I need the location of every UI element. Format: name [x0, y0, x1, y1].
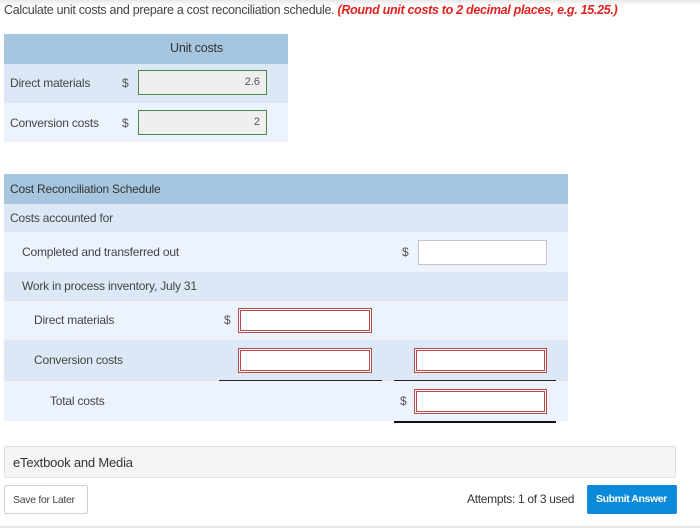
- wip-direct-materials-label: Direct materials: [34, 313, 115, 327]
- dollar-sign: $: [122, 116, 129, 130]
- completed-label: Completed and transferred out: [22, 245, 179, 259]
- save-for-later-button[interactable]: Save for Later: [4, 485, 88, 514]
- wip-total-input[interactable]: [414, 348, 547, 373]
- attempts-counter: Attempts: 1 of 3 used: [467, 492, 575, 506]
- etextbook-media-panel[interactable]: eTextbook and Media: [4, 446, 676, 478]
- dollar-sign: $: [122, 76, 129, 90]
- unit-costs-header-label: Unit costs: [170, 41, 223, 55]
- dollar-sign: $: [400, 394, 407, 408]
- unit-costs-header: [4, 34, 288, 64]
- reconciliation-title: Cost Reconciliation Schedule: [10, 182, 161, 196]
- completed-transferred-input[interactable]: [418, 240, 547, 265]
- direct-materials-unit-cost-input[interactable]: 2.6: [138, 70, 267, 95]
- total-double-underline: [394, 421, 556, 423]
- wip-conversion-costs-input[interactable]: [238, 348, 372, 373]
- unit-cost-label: Conversion costs: [10, 116, 99, 130]
- rounding-note: (Round unit costs to 2 decimal places, e…: [337, 3, 618, 17]
- wip-direct-materials-input[interactable]: [238, 308, 372, 333]
- instructions: Calculate unit costs and prepare a cost …: [4, 3, 618, 17]
- wip-label: Work in process inventory, July 31: [22, 279, 197, 293]
- submit-answer-button[interactable]: Submit Answer: [587, 485, 677, 514]
- dollar-sign: $: [224, 313, 231, 327]
- instructions-text: Calculate unit costs and prepare a cost …: [4, 3, 335, 17]
- total-costs-label: Total costs: [50, 394, 105, 408]
- wip-conversion-costs-label: Conversion costs: [34, 353, 123, 367]
- unit-cost-label: Direct materials: [10, 76, 91, 90]
- total-costs-input[interactable]: [414, 389, 547, 414]
- dollar-sign: $: [402, 245, 409, 259]
- conversion-costs-unit-cost-input[interactable]: 2: [138, 110, 267, 135]
- costs-accounted-for-label: Costs accounted for: [10, 211, 113, 225]
